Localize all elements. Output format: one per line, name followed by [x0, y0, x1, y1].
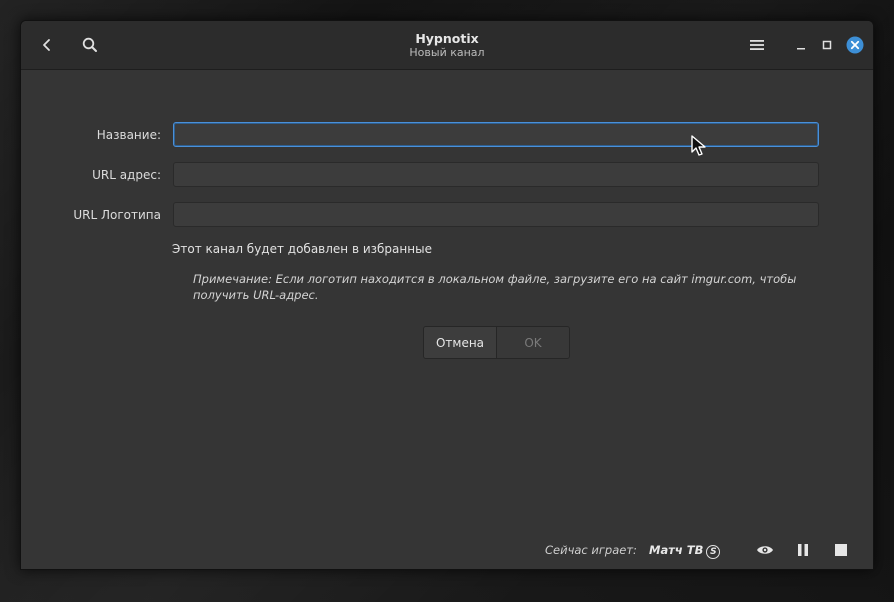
favorite-notice: Этот канал будет добавлен в избранные: [172, 242, 432, 256]
minimize-icon: [797, 48, 805, 50]
name-input[interactable]: [173, 122, 819, 147]
app-window: Hypnotix Новый канал Название: URL адрес…: [20, 20, 874, 570]
close-button[interactable]: [843, 33, 867, 57]
logo-note: Примечание: Если логотип находится в лок…: [193, 272, 797, 302]
maximize-button[interactable]: [815, 33, 839, 57]
stop-button[interactable]: [831, 541, 851, 559]
name-label: Название:: [96, 128, 161, 142]
maximize-icon: [822, 40, 832, 50]
url-input[interactable]: [173, 162, 819, 187]
cancel-button[interactable]: Отмена: [424, 327, 497, 358]
close-icon: [846, 36, 864, 54]
ok-button[interactable]: OK: [497, 327, 569, 358]
logo-url-input[interactable]: [173, 202, 819, 227]
dialog-buttons: Отмена OK: [423, 326, 570, 359]
pause-button[interactable]: [793, 541, 813, 559]
now-playing-label: Сейчас играет:: [545, 543, 637, 557]
now-playing-channel: Матч ТВ S: [649, 543, 721, 559]
stop-icon: [835, 544, 847, 556]
visibility-button[interactable]: [755, 541, 775, 559]
channel-name: Матч ТВ: [649, 543, 704, 557]
logo-url-label: URL Логотипа: [73, 208, 161, 222]
hamburger-menu-icon: [750, 40, 764, 50]
mouse-cursor-icon: [690, 134, 710, 162]
pause-icon: [798, 544, 808, 556]
url-label: URL адрес:: [92, 168, 161, 182]
eye-icon: [757, 546, 773, 554]
header-bar: Hypnotix Новый канал: [21, 21, 873, 70]
menu-button[interactable]: [745, 33, 769, 57]
minimize-button[interactable]: [789, 33, 813, 57]
channel-badge: S: [706, 545, 721, 559]
